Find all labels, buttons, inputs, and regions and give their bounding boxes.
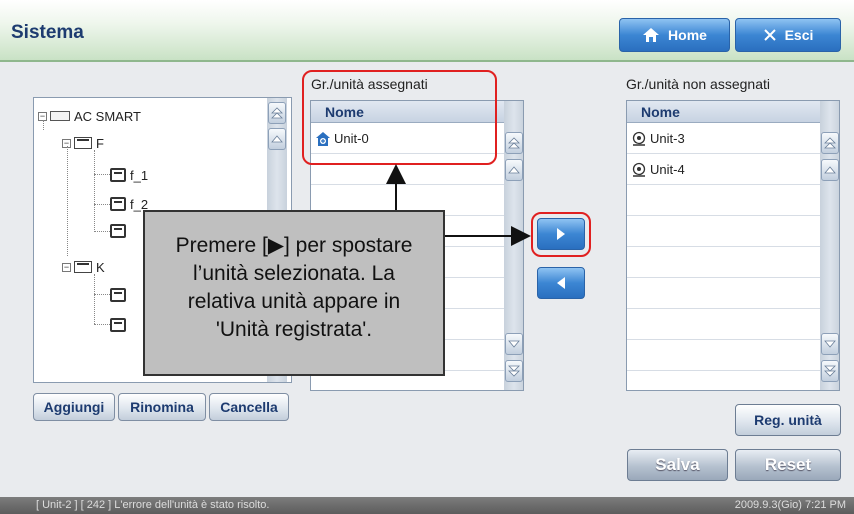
delete-button[interactable]: Cancella xyxy=(209,393,289,421)
add-button[interactable]: Aggiungi xyxy=(33,393,115,421)
assigned-scrollbar[interactable] xyxy=(504,101,523,390)
register-unit-button[interactable]: Reg. unità xyxy=(735,404,841,436)
tree-item-group-f[interactable]: − F xyxy=(62,134,104,152)
tree-unit-label: f_1 xyxy=(130,167,149,183)
scroll-top-button[interactable] xyxy=(268,102,286,124)
tree-item-unit[interactable] xyxy=(110,222,130,240)
scroll-up-button[interactable] xyxy=(505,159,523,181)
tree-item-unit[interactable] xyxy=(110,316,130,334)
tree-group-label: F xyxy=(96,135,104,151)
list-item[interactable] xyxy=(627,248,821,278)
status-bar: [ Unit-2 ] [ 242 ] L'errore dell'unità è… xyxy=(0,497,854,514)
page-title: Sistema xyxy=(11,22,84,43)
status-datetime: 2009.9.3(Gio) 7:21 PM xyxy=(734,499,846,511)
scroll-top-button[interactable] xyxy=(821,132,839,154)
exit-button[interactable]: Esci xyxy=(735,18,841,52)
rename-button[interactable]: Rinomina xyxy=(118,393,206,421)
status-message: [ Unit-2 ] [ 242 ] L'errore dell'unità è… xyxy=(36,499,270,511)
home-button[interactable]: Home xyxy=(619,18,730,52)
unit-icon xyxy=(110,318,126,332)
home-label: Home xyxy=(668,27,707,43)
system-icon xyxy=(50,111,70,121)
move-left-button[interactable] xyxy=(537,267,585,299)
instruction-callout: Premere [▶] per spostare l’unità selezio… xyxy=(143,210,445,376)
scroll-up-button[interactable] xyxy=(268,128,286,150)
tree-item-root[interactable]: − AC SMART xyxy=(38,107,141,125)
scroll-down-button[interactable] xyxy=(505,333,523,355)
list-item[interactable]: Unit-4 xyxy=(627,155,821,185)
tree-item-unit[interactable] xyxy=(110,286,130,304)
assigned-highlight xyxy=(302,70,497,165)
list-item[interactable]: Unit-3 xyxy=(627,124,821,154)
exit-label: Esci xyxy=(784,27,814,43)
reset-button[interactable]: Reset xyxy=(735,449,841,481)
callout-line: relativa unità appare in xyxy=(187,290,401,313)
close-icon xyxy=(763,28,777,42)
header-bar: Sistema Home Esci xyxy=(0,0,854,62)
save-button[interactable]: Salva xyxy=(627,449,728,481)
scroll-up-button[interactable] xyxy=(821,159,839,181)
unit-icon xyxy=(110,224,126,238)
scroll-bottom-button[interactable] xyxy=(505,360,523,382)
callout-line: 'Unità registrata'. xyxy=(215,318,373,341)
group-icon xyxy=(74,261,92,273)
unit-icon xyxy=(110,288,126,302)
list-item[interactable] xyxy=(627,186,821,216)
unassigned-scrollbar[interactable] xyxy=(820,101,839,390)
scroll-top-button[interactable] xyxy=(505,132,523,154)
app-window: Sistema Home Esci − AC SMART − F f_1 f_2… xyxy=(0,0,854,514)
tree-group-label: K xyxy=(96,259,105,275)
indoor-unit-icon xyxy=(631,162,647,178)
callout-line: Premere [▶] per spostare xyxy=(175,234,413,257)
unassigned-title: Gr./unità non assegnati xyxy=(626,76,770,92)
group-icon xyxy=(74,137,92,149)
unassigned-column-header: Nome xyxy=(627,101,821,123)
list-item[interactable] xyxy=(627,279,821,309)
callout-line: l’unità selezionata. La xyxy=(193,262,395,285)
list-item[interactable] xyxy=(627,217,821,247)
scroll-down-button[interactable] xyxy=(821,333,839,355)
unit-icon xyxy=(110,197,126,211)
unit-icon xyxy=(110,168,126,182)
tree-item-unit[interactable]: f_1 xyxy=(110,166,148,184)
move-button-highlight xyxy=(531,212,591,257)
indoor-unit-icon xyxy=(631,131,647,147)
home-icon xyxy=(642,27,660,43)
tree-item-group-k[interactable]: − K xyxy=(62,258,105,276)
list-item[interactable] xyxy=(627,341,821,371)
list-item-label: Unit-4 xyxy=(650,162,685,177)
collapse-icon[interactable]: − xyxy=(62,262,71,272)
scroll-bottom-button[interactable] xyxy=(821,360,839,382)
tree-root-label: AC SMART xyxy=(74,108,141,124)
list-item[interactable] xyxy=(627,310,821,340)
unassigned-list[interactable]: Nome Unit-3 Unit-4 xyxy=(626,100,840,391)
list-item-label: Unit-3 xyxy=(650,131,685,146)
arrow-left-icon xyxy=(557,277,565,289)
